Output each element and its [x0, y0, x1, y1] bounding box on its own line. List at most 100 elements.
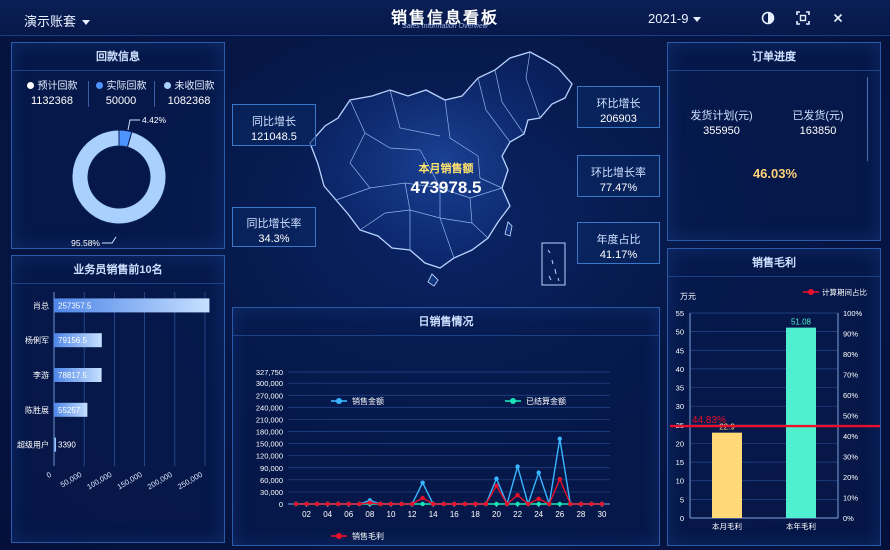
legend-item[interactable]: 已结算金额	[505, 396, 566, 406]
data-point[interactable]	[547, 501, 552, 507]
donut-slice-unreceived[interactable]	[71, 129, 167, 225]
series-line-销售金额	[296, 438, 602, 507]
data-point[interactable]	[494, 501, 499, 507]
data-point[interactable]	[430, 501, 436, 507]
page-subtitle: Sales Information Overview	[402, 23, 488, 30]
data-point[interactable]	[525, 501, 531, 507]
data-point[interactable]	[452, 501, 457, 507]
data-point[interactable]	[578, 501, 584, 507]
stat-value: 121048.5	[251, 131, 297, 143]
bar-value-label: 55257	[58, 406, 81, 415]
stat-value: 77.47%	[599, 182, 638, 194]
y-tick-label: 60,000	[260, 476, 283, 485]
data-point[interactable]	[504, 501, 510, 507]
month-selector[interactable]: 2021-9	[648, 11, 702, 26]
y2-tick-label: 10%	[843, 494, 858, 503]
data-point[interactable]	[462, 501, 468, 507]
y-tick-label: 210,000	[256, 415, 283, 424]
data-point[interactable]	[473, 501, 478, 507]
y2-tick-label: 20%	[843, 473, 858, 482]
contrast-icon[interactable]	[760, 10, 776, 26]
y-tick-label: 150,000	[256, 440, 283, 449]
data-point[interactable]	[346, 501, 351, 507]
x-tick-label: 10	[387, 510, 396, 519]
x-tick-label: 08	[365, 510, 374, 519]
data-point[interactable]	[357, 501, 362, 507]
data-point[interactable]	[536, 470, 541, 475]
bar-本月毛利[interactable]	[712, 432, 742, 518]
data-point[interactable]	[367, 500, 373, 505]
data-point[interactable]	[515, 501, 520, 507]
data-point[interactable]	[557, 501, 562, 507]
data-point[interactable]	[378, 501, 383, 507]
stat-label: 同比增长率	[246, 218, 302, 230]
stat-mom-growth[interactable]: 环比增长 206903	[577, 86, 660, 128]
data-point[interactable]	[336, 501, 341, 507]
y-tick-label: 15	[676, 458, 684, 467]
bar-超级用户[interactable]	[54, 437, 57, 452]
legend-item[interactable]: 销售金额	[331, 396, 384, 406]
data-point[interactable]	[420, 480, 425, 485]
data-point[interactable]	[325, 501, 330, 507]
order-progress-pct: 46.03%	[752, 166, 798, 181]
top10-bar-chart: 0 50,000 100,000 150,000 200,000 250,000 肖总 257…	[17, 292, 210, 491]
y-category-label: 杨俐军	[25, 335, 49, 345]
divider	[867, 77, 868, 161]
data-point[interactable]	[536, 501, 541, 507]
stat-yoy-growth-rate[interactable]: 同比增长率 34.3%	[232, 207, 316, 247]
data-point[interactable]	[515, 492, 520, 498]
data-point[interactable]	[388, 501, 394, 507]
x-tick-label: 12	[408, 510, 417, 519]
monthly-sales-title: 本月销售额	[418, 163, 474, 175]
y-tick-label: 30,000	[260, 488, 283, 497]
legend-expected[interactable]: 预计回款 1132368	[20, 77, 84, 107]
data-point[interactable]	[441, 501, 446, 507]
stat-annual-share[interactable]: 年度占比 41.17%	[577, 222, 660, 264]
data-point[interactable]	[399, 501, 404, 507]
data-point[interactable]	[568, 501, 573, 507]
x-tick-label: 26	[555, 510, 564, 519]
bar-本年毛利[interactable]	[786, 327, 816, 518]
data-point[interactable]	[293, 501, 299, 507]
data-point[interactable]	[494, 483, 499, 489]
data-point[interactable]	[494, 476, 499, 481]
data-point[interactable]	[536, 496, 541, 501]
legend-unreceived[interactable]: 未收回款 1082368	[156, 77, 222, 107]
series-line-销售毛利	[296, 477, 602, 506]
legend-item[interactable]: 计算期间占比	[803, 287, 867, 297]
legend-actual[interactable]: 实际回款 50000	[90, 77, 152, 107]
y-tick-label: 0	[279, 500, 283, 509]
y-tick-label: 180,000	[256, 428, 283, 437]
bar-value-label: 79156.5	[58, 336, 87, 345]
y2-tick-label: 30%	[843, 453, 858, 462]
close-icon[interactable]	[830, 10, 846, 26]
data-point[interactable]	[589, 501, 594, 507]
stat-mom-growth-rate[interactable]: 环比增长率 77.47%	[577, 155, 660, 197]
legend-item[interactable]: 销售毛利	[331, 531, 384, 541]
data-point[interactable]	[409, 501, 415, 507]
y-tick-label: 5	[680, 495, 684, 504]
y-tick-label: 300,000	[256, 379, 283, 388]
y-tick-label: 270,000	[256, 391, 283, 400]
y-category-label: 肖总	[33, 300, 49, 310]
stat-yoy-growth[interactable]: 同比增长 121048.5	[232, 104, 316, 146]
legend-value: 50000	[105, 95, 137, 107]
x-category-label: 本年毛利	[786, 521, 816, 531]
y-tick-label: 10	[676, 477, 684, 486]
stat-value: 206903	[600, 113, 637, 125]
y-tick-label: 20	[676, 439, 684, 448]
stat-label: 环比增长率	[591, 167, 646, 179]
data-point[interactable]	[420, 495, 425, 501]
data-point[interactable]	[304, 501, 309, 507]
data-point[interactable]	[557, 436, 562, 441]
data-point[interactable]	[314, 501, 320, 507]
data-point[interactable]	[483, 501, 489, 507]
daily-sales-panel-title: 日销售情况	[233, 308, 659, 336]
y2-tick-label: 80%	[843, 350, 858, 359]
data-point[interactable]	[420, 501, 425, 507]
data-point[interactable]	[599, 501, 605, 507]
fullscreen-icon[interactable]	[795, 10, 811, 26]
legend-label: 销售金额	[352, 396, 384, 406]
data-point[interactable]	[557, 476, 562, 482]
data-point[interactable]	[515, 464, 520, 469]
